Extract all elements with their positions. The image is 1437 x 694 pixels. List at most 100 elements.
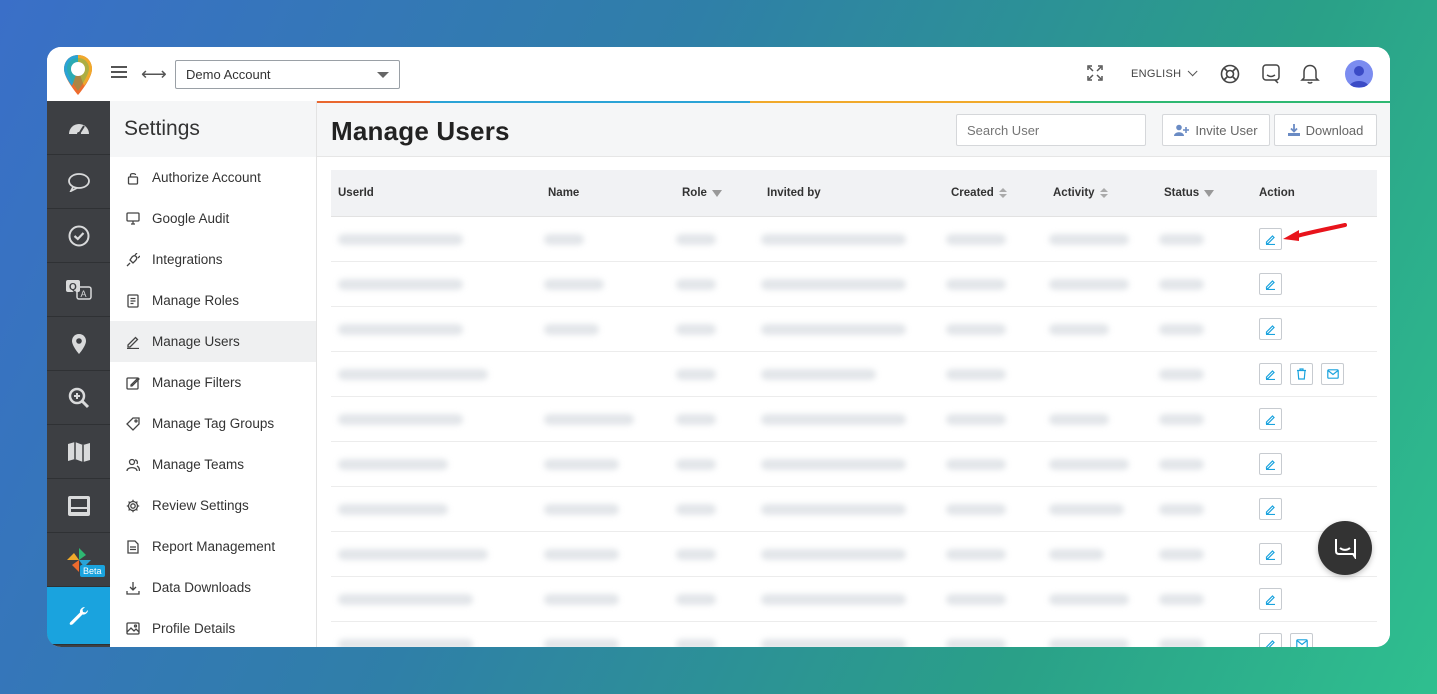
menu-toggle-icon[interactable] — [111, 66, 127, 80]
edit-user-button[interactable] — [1259, 543, 1282, 565]
messages-icon[interactable] — [1262, 64, 1280, 84]
redacted-cell — [761, 234, 906, 245]
invite-user-button[interactable]: Invite User — [1162, 114, 1270, 146]
download-icon — [1287, 124, 1300, 136]
redacted-cell — [544, 594, 619, 605]
redacted-cell — [1159, 459, 1204, 470]
resend-invite-button[interactable] — [1321, 363, 1344, 385]
sort-icon[interactable] — [998, 188, 1007, 198]
rail-item-beta[interactable]: Beta — [47, 533, 110, 587]
account-select[interactable]: Demo Account — [175, 60, 400, 89]
menu-item-manage-users[interactable]: Manage Users — [110, 321, 316, 362]
redacted-cell — [1049, 639, 1129, 647]
account-select-value: Demo Account — [186, 67, 271, 82]
table-row — [331, 442, 1377, 487]
menu-item-label: Manage Filters — [152, 375, 242, 390]
menu-item-manage-teams[interactable]: Manage Teams — [110, 444, 316, 485]
user-avatar[interactable] — [1345, 60, 1373, 88]
fullscreen-icon[interactable] — [1087, 65, 1103, 81]
menu-item-review-settings[interactable]: Review Settings — [110, 485, 316, 526]
delete-user-button[interactable] — [1290, 363, 1313, 385]
redacted-cell — [676, 279, 716, 290]
table-row — [331, 352, 1377, 397]
column-activity[interactable]: Activity — [1053, 187, 1108, 199]
action-cell — [1259, 543, 1282, 565]
redacted-cell — [338, 324, 463, 335]
column-label: Role — [682, 187, 707, 199]
rail-item-display[interactable] — [47, 479, 110, 533]
edit-user-button[interactable] — [1259, 498, 1282, 520]
edit-user-button[interactable] — [1259, 408, 1282, 430]
rail-item-dashboard[interactable] — [47, 101, 110, 155]
column-status[interactable]: Status — [1164, 187, 1215, 199]
mail-icon — [1295, 639, 1308, 647]
support-lifebuoy-icon[interactable] — [1220, 64, 1240, 84]
menu-item-profile-details[interactable]: Profile Details — [110, 608, 316, 647]
download-button[interactable]: Download — [1274, 114, 1377, 146]
sort-icon[interactable] — [1099, 188, 1108, 198]
rail-item-search[interactable] — [47, 371, 110, 425]
redacted-cell — [676, 459, 716, 470]
search-user-input[interactable] — [967, 122, 1143, 138]
brand-logo-icon[interactable] — [61, 53, 95, 97]
menu-item-data-downloads[interactable]: Data Downloads — [110, 567, 316, 608]
menu-item-integrations[interactable]: Integrations — [110, 239, 316, 280]
rail-item-settings[interactable] — [47, 587, 110, 645]
redacted-cell — [676, 234, 716, 245]
table-row — [331, 577, 1377, 622]
edit-user-button[interactable] — [1259, 453, 1282, 475]
edit-user-button[interactable] — [1259, 318, 1282, 340]
menu-item-authorize-account[interactable]: Authorize Account — [110, 157, 316, 198]
edit-user-button[interactable] — [1259, 363, 1282, 385]
rail-item-locations[interactable] — [47, 317, 110, 371]
resend-invite-button[interactable] — [1290, 633, 1313, 647]
redacted-cell — [761, 279, 906, 290]
redacted-cell — [676, 504, 716, 515]
menu-item-report-management[interactable]: Report Management — [110, 526, 316, 567]
rail-item-tasks[interactable] — [47, 209, 110, 263]
menu-item-google-audit[interactable]: Google Audit — [110, 198, 316, 239]
menu-item-manage-roles[interactable]: Manage Roles — [110, 280, 316, 321]
menu-item-label: Profile Details — [152, 621, 236, 636]
bell-icon[interactable] — [1300, 63, 1320, 85]
filter-icon[interactable] — [1204, 189, 1215, 197]
redacted-cell — [544, 324, 599, 335]
action-cell — [1259, 318, 1282, 340]
redacted-cell — [1049, 279, 1129, 290]
action-cell — [1259, 633, 1313, 647]
language-selector[interactable]: ENGLISH — [1131, 66, 1198, 80]
column-created[interactable]: Created — [951, 187, 1007, 199]
menu-item-label: Authorize Account — [152, 170, 261, 185]
redacted-cell — [946, 279, 1006, 290]
pencil-icon — [1265, 594, 1276, 605]
menu-item-label: Report Management — [152, 539, 276, 554]
intercom-chat-launcher[interactable] — [1318, 521, 1372, 575]
redacted-cell — [1159, 639, 1204, 647]
filter-icon[interactable] — [711, 189, 722, 197]
map-pin-icon — [71, 333, 86, 354]
redacted-cell — [761, 369, 876, 380]
menu-item-manage-filters[interactable]: Manage Filters — [110, 362, 316, 403]
rail-item-map[interactable] — [47, 425, 110, 479]
column-label: UserId — [338, 187, 374, 199]
column-name: Name — [548, 187, 579, 199]
collapse-expand-icon[interactable]: ⟷ — [141, 64, 167, 85]
edit-user-button[interactable] — [1259, 273, 1282, 295]
page-title: Manage Users — [331, 116, 510, 146]
edit-user-button[interactable] — [1259, 633, 1282, 647]
search-user-box — [956, 114, 1146, 146]
menu-item-label: Integrations — [152, 252, 223, 267]
column-role[interactable]: Role — [682, 187, 722, 199]
settings-title: Settings — [110, 101, 316, 157]
rail-item-conversations[interactable] — [47, 155, 110, 209]
redacted-cell — [761, 639, 906, 647]
redacted-cell — [1159, 369, 1204, 380]
rail-item-qa[interactable]: QA — [47, 263, 110, 317]
menu-item-manage-tag-groups[interactable]: Manage Tag Groups — [110, 403, 316, 444]
top-bar: ⟷ Demo Account ENGLISH — [47, 47, 1390, 101]
table-header: UserId Name Role Invited by Created Acti… — [331, 170, 1377, 217]
edit-user-button[interactable] — [1259, 588, 1282, 610]
redacted-cell — [544, 234, 584, 245]
redacted-cell — [946, 504, 1006, 515]
redacted-cell — [946, 594, 1006, 605]
